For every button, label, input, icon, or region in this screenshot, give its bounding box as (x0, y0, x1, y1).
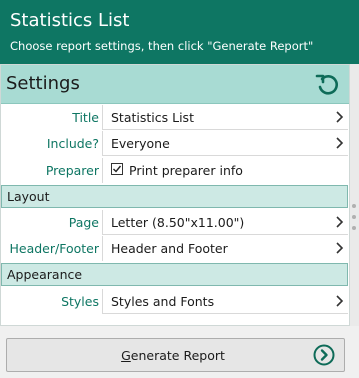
header-subtitle: Choose report settings, then click "Gene… (10, 39, 314, 53)
preparer-checkbox[interactable] (111, 163, 123, 175)
checkmark-icon (113, 165, 122, 173)
preparer-row: Preparer Print preparer info (1, 158, 349, 184)
include-value: Everyone (111, 136, 170, 151)
styles-label: Styles (61, 294, 99, 309)
section-appearance-label: Appearance (7, 267, 83, 282)
title-value: Statistics List (111, 110, 194, 125)
chevron-right-icon[interactable] (334, 215, 344, 229)
section-layout-label: Layout (7, 189, 50, 204)
page-value: Letter (8.50"x11.00") (111, 215, 245, 230)
undo-icon[interactable] (315, 71, 341, 97)
title-row[interactable]: Title Statistics List (1, 105, 349, 131)
page-label: Page (68, 215, 99, 230)
include-row[interactable]: Include? Everyone (1, 131, 349, 157)
arrow-right-circle-icon (313, 344, 335, 366)
generate-report-button[interactable]: Generate Report (6, 338, 345, 372)
chevron-right-icon[interactable] (334, 136, 344, 150)
include-label: Include? (46, 136, 99, 151)
preparer-label: Preparer (45, 163, 99, 178)
page-row[interactable]: Page Letter (8.50"x11.00") (1, 210, 349, 236)
generate-report-accesskey: G (121, 348, 131, 363)
generate-report-label-rest: enerate Report (130, 348, 225, 363)
header-footer-label: Header/Footer (9, 241, 100, 256)
resize-grip-icon[interactable] (351, 202, 357, 232)
chevron-right-icon[interactable] (334, 110, 344, 124)
vertical-scrollbar[interactable] (350, 64, 359, 326)
settings-heading: Settings (6, 73, 80, 94)
settings-bar: Settings (1, 65, 349, 104)
preparer-checkbox-label[interactable]: Print preparer info (129, 163, 243, 178)
settings-panel: Settings Title Statistics List Include? … (0, 64, 350, 326)
header-footer-value-field[interactable]: Header and Footer (102, 236, 348, 261)
section-appearance: Appearance (1, 263, 348, 286)
styles-value-field[interactable]: Styles and Fonts (102, 289, 348, 314)
preparer-value-field: Print preparer info (102, 158, 348, 183)
title-value-field[interactable]: Statistics List (102, 105, 348, 130)
title-label: Title (72, 110, 99, 125)
chevron-right-icon[interactable] (334, 241, 344, 255)
chevron-right-icon[interactable] (334, 294, 344, 308)
styles-row[interactable]: Styles Styles and Fonts (1, 289, 349, 315)
page-value-field[interactable]: Letter (8.50"x11.00") (102, 210, 348, 235)
styles-value: Styles and Fonts (111, 294, 215, 309)
window-title: Statistics List (10, 10, 130, 31)
section-layout: Layout (1, 185, 348, 208)
header: Statistics List Choose report settings, … (0, 0, 359, 64)
include-value-field[interactable]: Everyone (102, 131, 348, 156)
generate-report-label: Generate Report (7, 348, 313, 363)
header-footer-row[interactable]: Header/Footer Header and Footer (1, 236, 349, 262)
header-footer-value: Header and Footer (111, 241, 228, 256)
